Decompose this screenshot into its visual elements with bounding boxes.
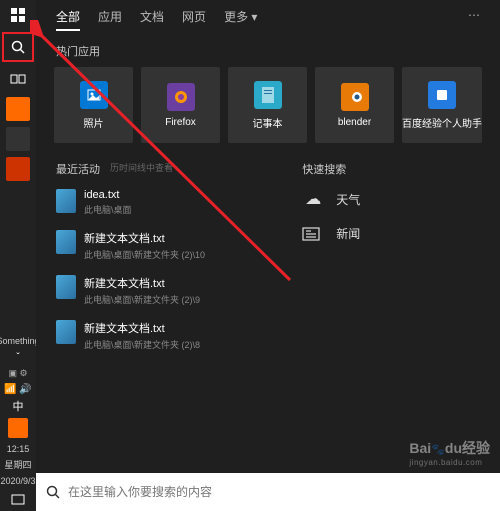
baidu-helper-icon [428,81,456,109]
notepad-icon [254,81,282,109]
notifications-icon[interactable] [0,489,36,511]
pinned-app-2[interactable] [6,127,30,151]
quick-label: 天气 [336,191,360,208]
filter-tabs: 全部 应用 文档 网页 更多 ▾ ⋯ [36,0,500,37]
top-apps-row: 照片 Firefox 记事本 blender 百度经验个人助手 [36,67,500,143]
top-app-label: 百度经验个人助手 [402,115,482,130]
quick-weather[interactable]: ☁ 天气 [302,189,480,209]
tab-docs[interactable]: 文档 [140,8,164,31]
firefox-icon [167,83,195,111]
file-name: 新建文本文档.txt [84,230,205,246]
top-app-label: blender [338,117,371,128]
clock-date: 2020/9/3 [0,473,35,489]
tab-all[interactable]: 全部 [56,8,80,31]
watermark: Bai🐾du经验 jingyan.baidu.com [409,438,490,467]
quick-label: 新闻 [336,225,360,242]
file-path: 此电脑\桌面 [84,203,132,216]
tray-chevron-icon[interactable]: ˇ [0,349,36,365]
top-apps-title: 热门应用 [56,43,480,59]
file-name: 新建文本文档.txt [84,320,200,336]
search-taskbar-icon[interactable] [2,32,34,62]
ime-indicator[interactable]: 中 [0,397,36,415]
news-icon [302,227,324,241]
recent-item[interactable]: 新建文本文档.txt 此电脑\桌面\新建文件夹 (2)\10 [56,230,278,261]
taskbar: Something ˇ ▣ ⚙ 📶 🔊 中 12:15 星期四 2020/9/3 [0,0,36,511]
top-app-blender[interactable]: blender [315,67,394,143]
file-icon [56,230,76,254]
weather-status[interactable]: Something [0,333,40,349]
clock-day: 星期四 [4,457,31,473]
search-icon [46,485,60,499]
tab-more[interactable]: 更多 ▾ [224,8,257,31]
top-app-label: Firefox [165,117,196,128]
tray-icons[interactable]: ▣ ⚙ [0,365,36,381]
blender-icon [341,83,369,111]
clock-time[interactable]: 12:15 [7,441,30,457]
start-button[interactable] [0,0,36,30]
file-path: 此电脑\桌面\新建文件夹 (2)\9 [84,293,200,306]
file-path: 此电脑\桌面\新建文件夹 (2)\8 [84,338,200,351]
file-icon [56,189,76,213]
file-icon [56,320,76,344]
weather-icon: ☁ [302,189,324,209]
options-icon[interactable]: ⋯ [468,8,480,31]
top-app-label: 照片 [84,115,104,130]
top-app-firefox[interactable]: Firefox [141,67,220,143]
top-app-baidu[interactable]: 百度经验个人助手 [402,67,482,143]
recent-column: 最近活动 历时间线中查看 idea.txt 此电脑\桌面 新建文本文档.txt 此电… [56,161,278,365]
file-name: idea.txt [84,189,132,201]
photos-icon [80,81,108,109]
pinned-app-4[interactable] [8,418,28,438]
quick-title: 快速搜索 [302,161,346,177]
pinned-app-1[interactable] [6,97,30,121]
search-panel: 全部 应用 文档 网页 更多 ▾ ⋯ 热门应用 照片 Firefox 记事本 b… [36,0,500,473]
recent-title: 最近活动 [56,161,100,177]
top-app-notepad[interactable]: 记事本 [228,67,307,143]
file-path: 此电脑\桌面\新建文件夹 (2)\10 [84,248,205,261]
pinned-app-3[interactable] [6,157,30,181]
task-view-icon[interactable] [0,64,36,94]
tab-web[interactable]: 网页 [182,8,206,31]
recent-subtitle[interactable]: 历时间线中查看 [110,161,173,177]
quick-column: 快速搜索 ☁ 天气 新闻 [302,161,480,365]
recent-item[interactable]: idea.txt 此电脑\桌面 [56,189,278,216]
network-icon[interactable]: 📶 🔊 [0,381,36,397]
file-icon [56,275,76,299]
top-app-photos[interactable]: 照片 [54,67,133,143]
top-app-label: 记事本 [253,115,283,130]
search-input[interactable] [68,485,490,499]
recent-item[interactable]: 新建文本文档.txt 此电脑\桌面\新建文件夹 (2)\8 [56,320,278,351]
recent-item[interactable]: 新建文本文档.txt 此电脑\桌面\新建文件夹 (2)\9 [56,275,278,306]
tab-apps[interactable]: 应用 [98,8,122,31]
quick-news[interactable]: 新闻 [302,225,480,242]
search-bar[interactable] [36,473,500,511]
file-name: 新建文本文档.txt [84,275,200,291]
